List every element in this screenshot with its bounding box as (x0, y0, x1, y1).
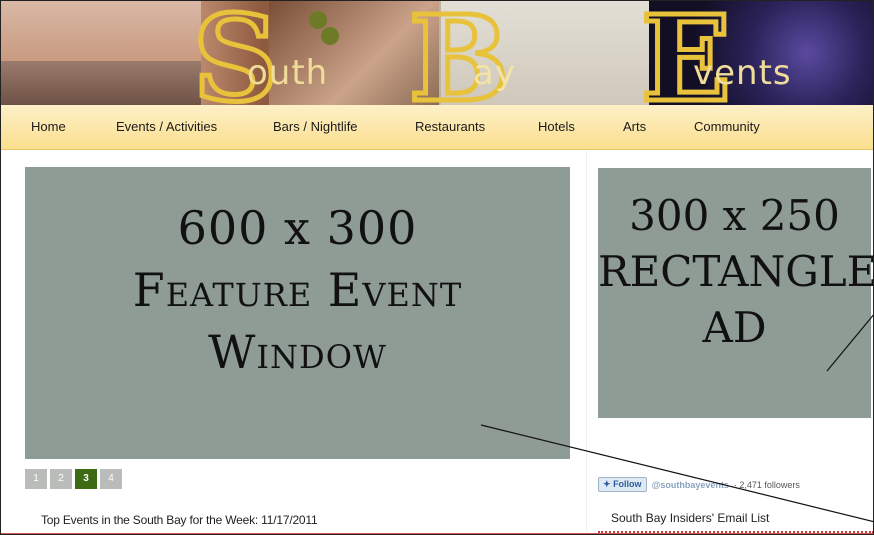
feature-title-label: Feature Event (132, 263, 463, 317)
email-list-heading[interactable]: South Bay Insiders' Email List (611, 511, 769, 525)
twitter-follow-button[interactable]: ✦ Follow (598, 477, 647, 492)
olive-icon (309, 11, 327, 29)
feature-size-label: 600 x 300 (177, 201, 418, 255)
twitter-followers-count: · 2,471 followers (733, 479, 800, 490)
logo-word-south: outh (247, 53, 329, 93)
nav-bars-nightlife[interactable]: Bars / Nightlife (273, 119, 358, 134)
pager-page-3[interactable]: 3 (75, 469, 97, 489)
top-events-headline[interactable]: Top Events in the South Bay for the Week… (41, 513, 318, 527)
header-banner[interactable]: S outh B ay E vents (1, 1, 873, 105)
twitter-bird-icon: ✦ (603, 479, 611, 489)
ad-placeholder-text: 300 x 250 RECTANGLE AD (598, 188, 874, 356)
main-nav: Home Events / Activities Bars / Nightlif… (1, 105, 873, 150)
logo-word-events: vents (693, 53, 792, 93)
rectangle-ad[interactable]: 300 x 250 RECTANGLE AD (598, 168, 874, 418)
twitter-handle[interactable]: @southbayevents (652, 480, 729, 490)
pager-page-2[interactable]: 2 (50, 469, 72, 489)
ad-type-label: RECTANGLE (598, 247, 874, 296)
banner-sunset-image (1, 1, 201, 61)
nav-hotels[interactable]: Hotels (538, 119, 575, 134)
banner-water-image (1, 61, 201, 105)
feature-window-label: Window (208, 325, 387, 379)
pager-page-1[interactable]: 1 (25, 469, 47, 489)
feature-pager: 1 2 3 4 (25, 469, 122, 489)
feature-placeholder-text: 600 x 300 Feature Event Window (25, 197, 570, 383)
ad-size-label: 300 x 250 (629, 191, 840, 240)
nav-events-activities[interactable]: Events / Activities (116, 119, 217, 134)
logo-word-bay: ay (473, 53, 516, 93)
nav-arts[interactable]: Arts (623, 119, 646, 134)
page-frame: S outh B ay E vents Home Events / Activi… (0, 0, 874, 535)
olive-icon (321, 27, 339, 45)
nav-restaurants[interactable]: Restaurants (415, 119, 485, 134)
column-divider (586, 151, 587, 531)
pager-page-4[interactable]: 4 (100, 469, 122, 489)
ad-label: AD (702, 303, 767, 352)
nav-community[interactable]: Community (694, 119, 760, 134)
follow-label: Follow (613, 479, 642, 489)
feature-event-window[interactable]: 600 x 300 Feature Event Window (25, 167, 570, 459)
nav-home[interactable]: Home (31, 119, 66, 134)
twitter-follow-widget: ✦ Follow @southbayevents · 2,471 followe… (598, 477, 800, 492)
